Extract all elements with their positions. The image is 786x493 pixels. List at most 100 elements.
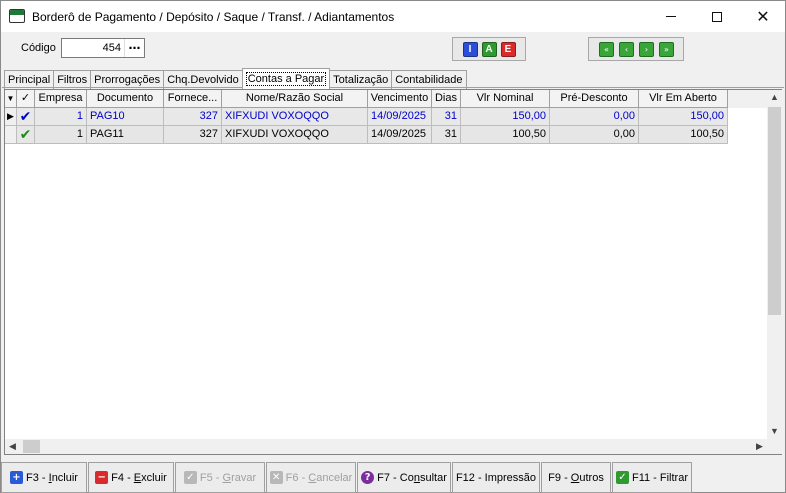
function-key-label: F7 - Consultar <box>377 471 447 484</box>
cell-documento: PAG11 <box>87 126 164 144</box>
function-key-label: F6 - Cancelar <box>285 471 353 484</box>
function-key-label: F12 - Impressão <box>455 471 537 484</box>
column-header[interactable]: Nome/Razão Social <box>222 90 368 108</box>
cell-nome: XIFXUDI VOXOQQO <box>222 108 368 126</box>
cell-empresa: 1 <box>35 126 87 144</box>
cell-nome: XIFXUDI VOXOQQO <box>222 126 368 144</box>
function-key-bar: + F3 - Incluir − F4 - Excluir ✓ F5 - Gravar ✕ F… <box>1 462 785 493</box>
table-row[interactable]: ▶ ✔ 1 PAG10 327 XIFXUDI VOXOQQO 14/09/2025 31 15… <box>5 108 735 126</box>
window-title: Borderô de Pagamento / Depósito / Saque … <box>32 10 395 24</box>
function-key-f7-button[interactable]: ? F7 - Consultar <box>357 462 451 493</box>
cell-pre-desconto: 0,00 <box>550 108 639 126</box>
scroll-corner <box>767 439 782 454</box>
function-key-f9-button[interactable]: F9 - Outros <box>541 462 611 493</box>
cell-empresa: 1 <box>35 108 87 126</box>
save-check-icon: ✓ <box>183 471 197 484</box>
iae-button-a[interactable]: A <box>481 41 497 57</box>
cell-documento: PAG10 <box>87 108 164 126</box>
tab-label: Chq.Devolvido <box>167 74 239 86</box>
cancel-x-icon: ✕ <box>269 471 283 484</box>
cell-vencimento: 14/09/2025 <box>368 108 432 126</box>
codigo-lookup-button[interactable]: ⋯ <box>124 39 144 57</box>
column-header[interactable]: Pré-Desconto <box>550 90 639 108</box>
iae-button-e[interactable]: E <box>500 41 516 57</box>
cell-pre-desconto: 0,00 <box>550 126 639 144</box>
minimize-icon <box>666 16 676 17</box>
tab-label: Principal <box>8 74 51 86</box>
function-key-f12-button[interactable]: F12 - Impressão <box>452 462 540 493</box>
function-key-f6-button[interactable]: ✕ F6 - Cancelar <box>266 462 356 493</box>
next-record-icon[interactable]: › <box>638 41 654 57</box>
filter-check-icon: ✓ <box>615 471 629 484</box>
vertical-scroll-thumb[interactable] <box>768 107 781 315</box>
cell-vencimento: 14/09/2025 <box>368 126 432 144</box>
close-icon: ✕ <box>756 6 770 26</box>
horizontal-scroll-thumb[interactable] <box>23 440 40 453</box>
help-question-icon: ? <box>361 471 375 484</box>
codigo-label: Código <box>21 42 56 54</box>
last-record-icon[interactable]: » <box>658 41 674 57</box>
borderô-window: Borderô de Pagamento / Depósito / Saque … <box>0 0 786 493</box>
tab-label: Contas a Pagar <box>245 72 327 86</box>
function-key-label: F5 - Gravar <box>199 471 257 484</box>
contas-a-pagar-grid: ▼ ✓ Empresa Documento Fornece... Nome/Razão S… <box>4 89 782 455</box>
app-icon <box>9 9 25 23</box>
column-header[interactable]: Vlr Nominal <box>461 90 550 108</box>
column-menu-icon[interactable]: ▼ <box>5 90 17 108</box>
column-header[interactable]: Vencimento <box>368 90 432 108</box>
column-header[interactable]: Empresa <box>35 90 87 108</box>
tab-label: Totalização <box>333 74 389 86</box>
function-key-label: F11 - Filtrar <box>631 471 689 484</box>
column-header[interactable]: Dias <box>432 90 461 108</box>
minus-icon: − <box>95 471 109 484</box>
vertical-scrollbar[interactable]: ▲ ▼ <box>767 90 782 439</box>
close-button[interactable]: ✕ <box>740 1 786 32</box>
column-header[interactable]: Fornece... <box>164 90 222 108</box>
table-row[interactable]: ✔ 1 PAG11 327 XIFXUDI VOXOQQO 14/09/2025 31 100… <box>5 126 735 144</box>
tab-label: Contabilidade <box>395 74 463 86</box>
function-key-f4-button[interactable]: − F4 - Excluir <box>88 462 174 493</box>
function-key-f3-button[interactable]: + F3 - Incluir <box>1 462 87 493</box>
iae-button-group: IAE <box>452 37 526 61</box>
codigo-field[interactable]: 454 ⋯ <box>61 38 145 58</box>
cell-vlr-nominal: 150,00 <box>461 108 550 126</box>
cell-vlr-nominal: 100,50 <box>461 126 550 144</box>
title-bar: Borderô de Pagamento / Depósito / Saque … <box>1 1 785 32</box>
function-key-f5-button[interactable]: ✓ F5 - Gravar <box>175 462 265 493</box>
horizontal-scrollbar[interactable]: ◀ ▶ <box>5 439 767 454</box>
minimize-button[interactable] <box>648 1 694 32</box>
scroll-down-icon[interactable]: ▼ <box>767 424 782 439</box>
tab-label: Prorrogações <box>94 74 161 86</box>
cell-dias: 31 <box>432 126 461 144</box>
cell-fornecedor: 327 <box>164 126 222 144</box>
function-key-label: F9 - Outros <box>548 471 604 484</box>
tab-label: Filtros <box>57 74 88 86</box>
maximize-button[interactable] <box>694 1 740 32</box>
maximize-icon <box>712 11 722 22</box>
cell-vlr-aberto: 150,00 <box>639 108 728 126</box>
previous-record-icon[interactable]: ‹ <box>618 41 634 57</box>
record-navigation-group: «‹ ›» <box>588 37 684 61</box>
row-check-icon[interactable]: ✔ <box>17 108 35 126</box>
tab-strip: Principal Filtros Prorrogações Chq.Devolvid… <box>4 68 467 89</box>
plus-icon: + <box>10 471 23 484</box>
function-key-f11-button[interactable]: ✓ F11 - Filtrar <box>612 462 692 493</box>
first-record-icon[interactable]: « <box>598 41 614 57</box>
row-indicator-icon: ▶ <box>5 108 17 126</box>
column-header[interactable]: Documento <box>87 90 164 108</box>
row-indicator-icon <box>5 126 17 144</box>
scroll-left-icon[interactable]: ◀ <box>5 439 20 454</box>
codigo-value[interactable]: 454 <box>62 42 124 54</box>
function-key-label: F3 - Incluir <box>26 471 78 484</box>
scroll-up-icon[interactable]: ▲ <box>767 90 782 105</box>
cell-dias: 31 <box>432 108 461 126</box>
iae-button-i[interactable]: I <box>462 41 478 57</box>
cell-fornecedor: 327 <box>164 108 222 126</box>
column-header[interactable]: Vlr Em Aberto <box>639 90 728 108</box>
tab-contas-a-pagar[interactable]: Contas a Pagar <box>241 68 331 89</box>
row-check-icon[interactable]: ✔ <box>17 126 35 144</box>
function-key-label: F4 - Excluir <box>111 471 167 484</box>
scroll-right-icon[interactable]: ▶ <box>752 439 767 454</box>
grid-header: ▼ ✓ Empresa Documento Fornece... Nome/Razão S… <box>5 90 767 108</box>
column-header[interactable]: ✓ <box>17 90 35 108</box>
